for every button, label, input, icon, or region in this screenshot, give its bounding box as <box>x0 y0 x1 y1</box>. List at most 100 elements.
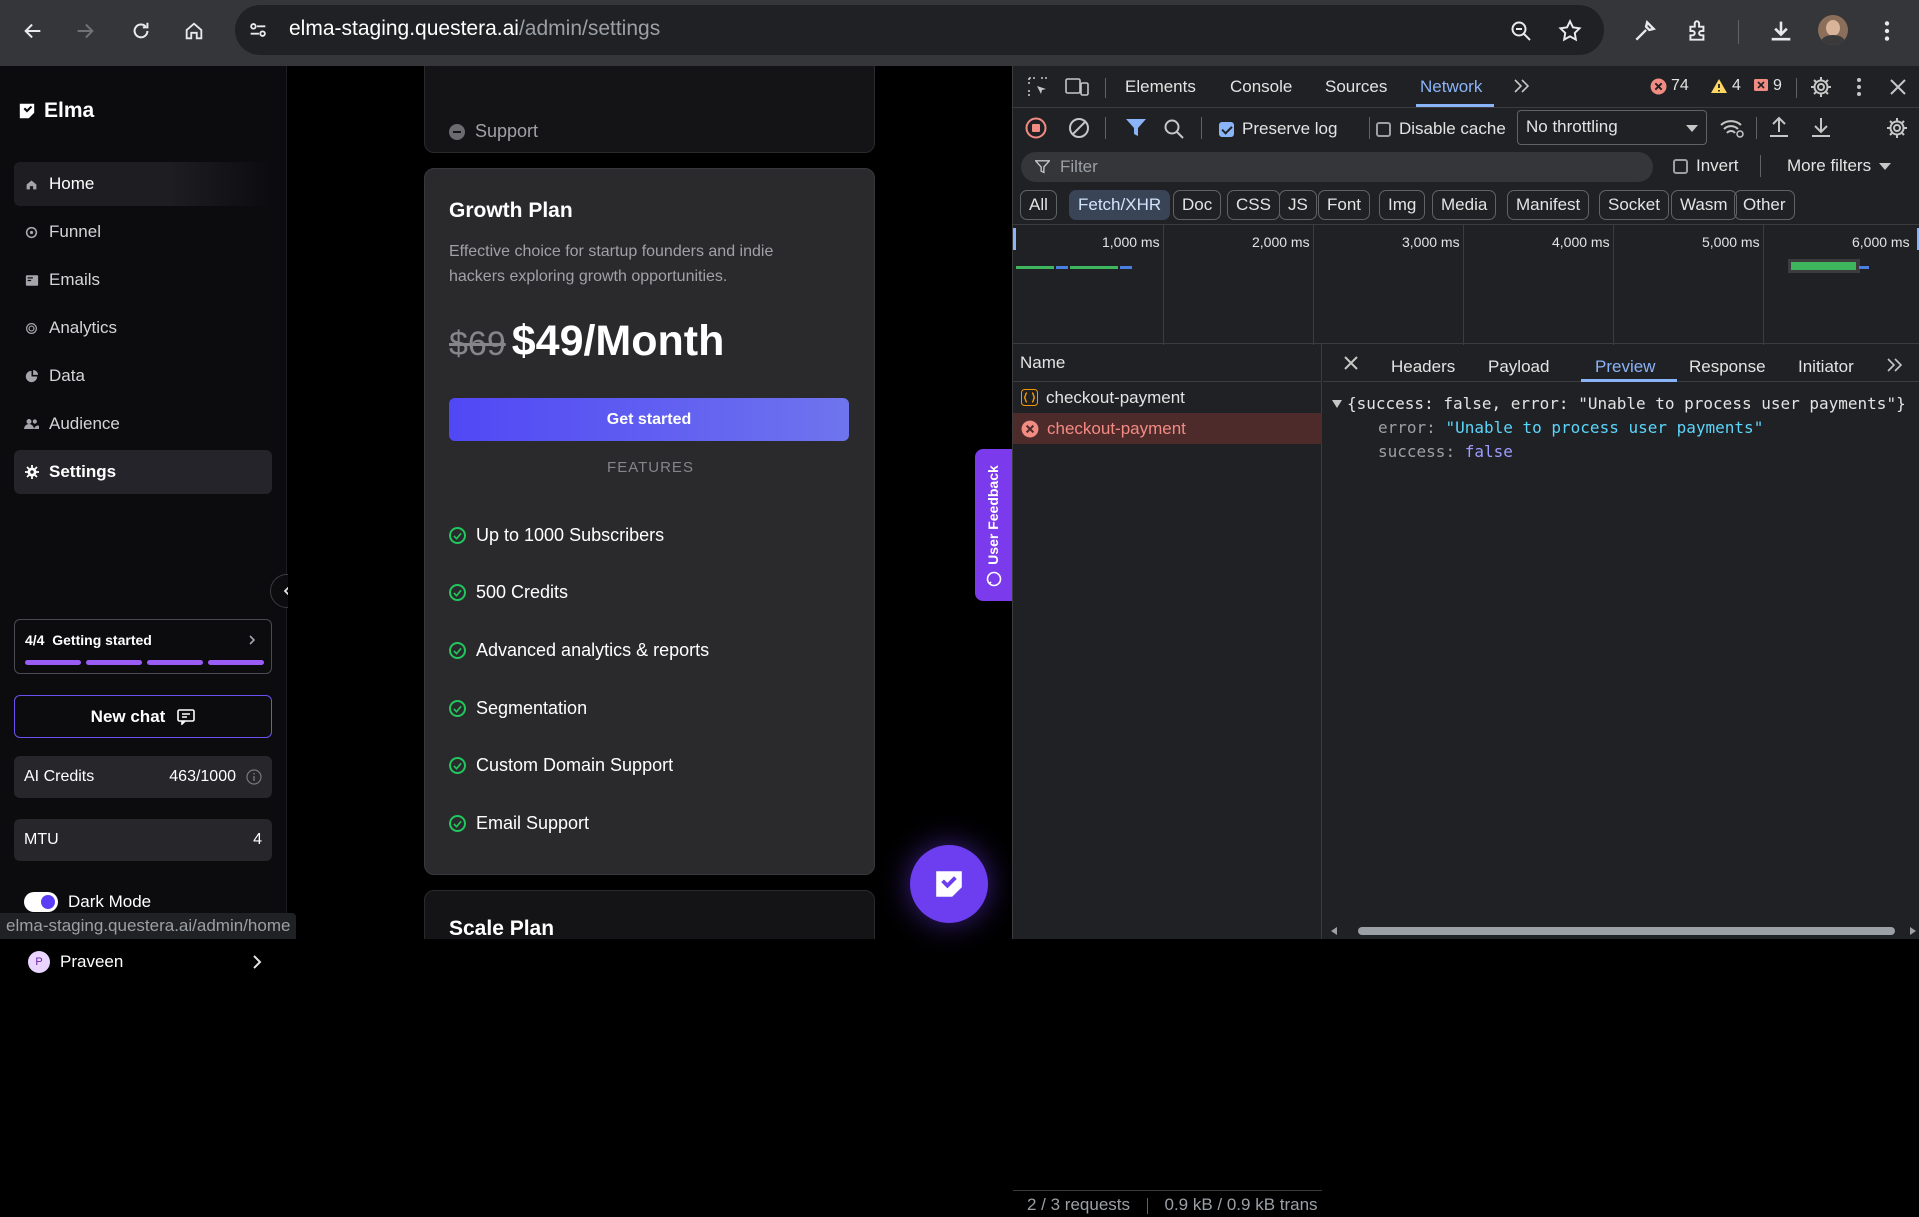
more-tabs-icon[interactable] <box>1513 78 1531 94</box>
filter-chip-doc[interactable]: Doc <box>1173 190 1222 220</box>
tab-response[interactable]: Response <box>1689 357 1766 377</box>
timeline-bar <box>1120 266 1132 269</box>
url-text[interactable]: elma-staging.questera.ai/admin/settings <box>289 17 660 41</box>
more-filters-dropdown[interactable]: More filters <box>1787 156 1892 176</box>
sidebar-item-home[interactable]: Home <box>14 162 272 206</box>
download-icon[interactable] <box>1767 17 1795 45</box>
export-har-icon[interactable] <box>1810 116 1832 140</box>
getting-started-card[interactable]: 4/4 Getting started <box>14 619 272 674</box>
sidebar-item-label: Funnel <box>49 222 101 241</box>
filter-chip-font[interactable]: Font <box>1318 190 1371 220</box>
close-detail-icon[interactable] <box>1343 355 1359 371</box>
extensions-icon[interactable] <box>1685 18 1711 44</box>
sidebar-item-settings[interactable]: Settings <box>14 450 272 494</box>
feature-text: Email Support <box>476 813 590 833</box>
clear-log-icon[interactable] <box>1068 117 1090 139</box>
dark-mode-label: Dark Mode <box>68 892 152 911</box>
sidebar-item-emails[interactable]: Emails <box>14 258 272 302</box>
filter-chip-other[interactable]: Other <box>1734 190 1795 220</box>
import-har-icon[interactable] <box>1768 116 1790 140</box>
disable-cache-checkbox[interactable]: Disable cache <box>1376 119 1506 139</box>
checkbox-unchecked[interactable] <box>1376 121 1391 137</box>
sidebar-item-data[interactable]: Data <box>14 354 272 398</box>
get-started-button[interactable]: Get started <box>449 398 849 441</box>
checkbox-unchecked[interactable] <box>1673 158 1688 174</box>
request-row[interactable]: checkout-payment <box>1013 382 1322 413</box>
filter-chip-all[interactable]: All <box>1020 190 1057 220</box>
request-row-selected[interactable]: checkout-payment <box>1013 413 1322 444</box>
horizontal-scrollbar[interactable] <box>1331 926 1916 936</box>
browser-menu-icon[interactable] <box>1880 18 1894 44</box>
brand-logo[interactable]: Elma <box>18 99 94 123</box>
error-count[interactable]: 74 <box>1650 77 1689 95</box>
zoom-icon[interactable] <box>1509 19 1533 43</box>
tab-network[interactable]: Network <box>1420 77 1482 97</box>
filter-chip-media[interactable]: Media <box>1432 190 1497 220</box>
site-info-icon[interactable] <box>247 19 269 41</box>
profile-avatar[interactable] <box>1818 15 1848 45</box>
growth-plan-card: Growth Plan Effective choice for startup… <box>424 168 875 875</box>
scrollbar-thumb[interactable] <box>1358 927 1895 935</box>
tab-console[interactable]: Console <box>1230 77 1292 97</box>
record-stop-icon[interactable] <box>1025 117 1047 139</box>
plan-title: Growth Plan <box>449 199 573 222</box>
dark-mode-toggle[interactable] <box>24 892 58 912</box>
json-bool-value: false <box>1464 442 1513 461</box>
search-icon[interactable] <box>1163 118 1185 140</box>
tab-sources[interactable]: Sources <box>1325 77 1387 97</box>
home-icon <box>185 22 203 40</box>
analytics-icon <box>24 321 39 336</box>
network-settings-gear-icon[interactable] <box>1885 116 1909 140</box>
checkbox-checked[interactable] <box>1219 121 1234 137</box>
filter-chip-fetch-xhr[interactable]: Fetch/XHR <box>1069 190 1171 220</box>
network-conditions-icon[interactable] <box>1719 116 1745 140</box>
preserve-log-checkbox[interactable]: Preserve log <box>1219 119 1337 139</box>
tab-headers[interactable]: Headers <box>1391 357 1455 377</box>
forward-button[interactable] <box>66 12 104 50</box>
sidebar-item-analytics[interactable]: Analytics <box>14 306 272 350</box>
filter-chip-js[interactable]: JS <box>1279 190 1317 220</box>
reload-button[interactable] <box>122 12 160 50</box>
devtools-menu-icon[interactable] <box>1854 76 1864 98</box>
user-feedback-tab[interactable]: User Feedback <box>975 449 1012 601</box>
devtools-settings-gear-icon[interactable] <box>1809 75 1833 99</box>
more-tabs-icon[interactable] <box>1886 357 1904 373</box>
close-devtools-icon[interactable] <box>1889 78 1907 96</box>
funnel-icon <box>24 225 39 240</box>
filter-input[interactable]: Filter <box>1021 152 1653 182</box>
browser-toolbar: elma-staging.questera.ai/admin/settings <box>0 0 1919 66</box>
home-button[interactable] <box>175 12 213 50</box>
pie-icon <box>24 369 39 384</box>
user-profile-row[interactable]: P Praveen <box>28 951 263 973</box>
chat-launcher-button[interactable] <box>910 845 988 923</box>
chevron-right-icon <box>253 955 262 969</box>
sidebar-item-audience[interactable]: Audience <box>14 402 272 446</box>
tab-initiator[interactable]: Initiator <box>1798 357 1854 377</box>
new-chat-button[interactable]: New chat <box>14 695 272 738</box>
inspect-element-icon[interactable] <box>1027 76 1049 98</box>
filter-chip-wasm[interactable]: Wasm <box>1671 190 1737 220</box>
issues-count[interactable]: 9 <box>1753 77 1782 95</box>
preview-summary[interactable]: {success: false, error: "Unable to proce… <box>1347 394 1906 413</box>
filter-chip-manifest[interactable]: Manifest <box>1507 190 1590 220</box>
timeline-handle-left[interactable] <box>1013 228 1016 250</box>
bookmark-star-icon[interactable] <box>1557 18 1583 44</box>
back-button[interactable] <box>14 12 52 50</box>
filter-chip-socket[interactable]: Socket <box>1599 190 1669 220</box>
tab-elements[interactable]: Elements <box>1125 77 1196 97</box>
network-overview-timeline[interactable]: 1,000 ms 2,000 ms 3,000 ms 4,000 ms 5,00… <box>1013 224 1919 345</box>
invert-checkbox[interactable]: Invert <box>1673 156 1739 176</box>
tab-preview[interactable]: Preview <box>1595 357 1655 377</box>
url-domain: elma-staging.questera.ai <box>289 17 519 40</box>
tab-payload[interactable]: Payload <box>1488 357 1549 377</box>
expand-triangle-icon[interactable] <box>1332 400 1342 408</box>
device-toolbar-icon[interactable] <box>1065 77 1089 97</box>
eyedropper-icon[interactable] <box>1632 18 1658 44</box>
sidebar-item-funnel[interactable]: Funnel <box>14 210 272 254</box>
name-column-header[interactable]: Name <box>1013 344 1322 382</box>
filter-chip-css[interactable]: CSS <box>1227 190 1280 220</box>
warning-count[interactable]: 4 <box>1710 77 1741 95</box>
filter-funnel-icon[interactable] <box>1125 118 1147 138</box>
throttling-select[interactable]: No throttling <box>1517 110 1707 145</box>
filter-chip-img[interactable]: Img <box>1379 190 1426 220</box>
